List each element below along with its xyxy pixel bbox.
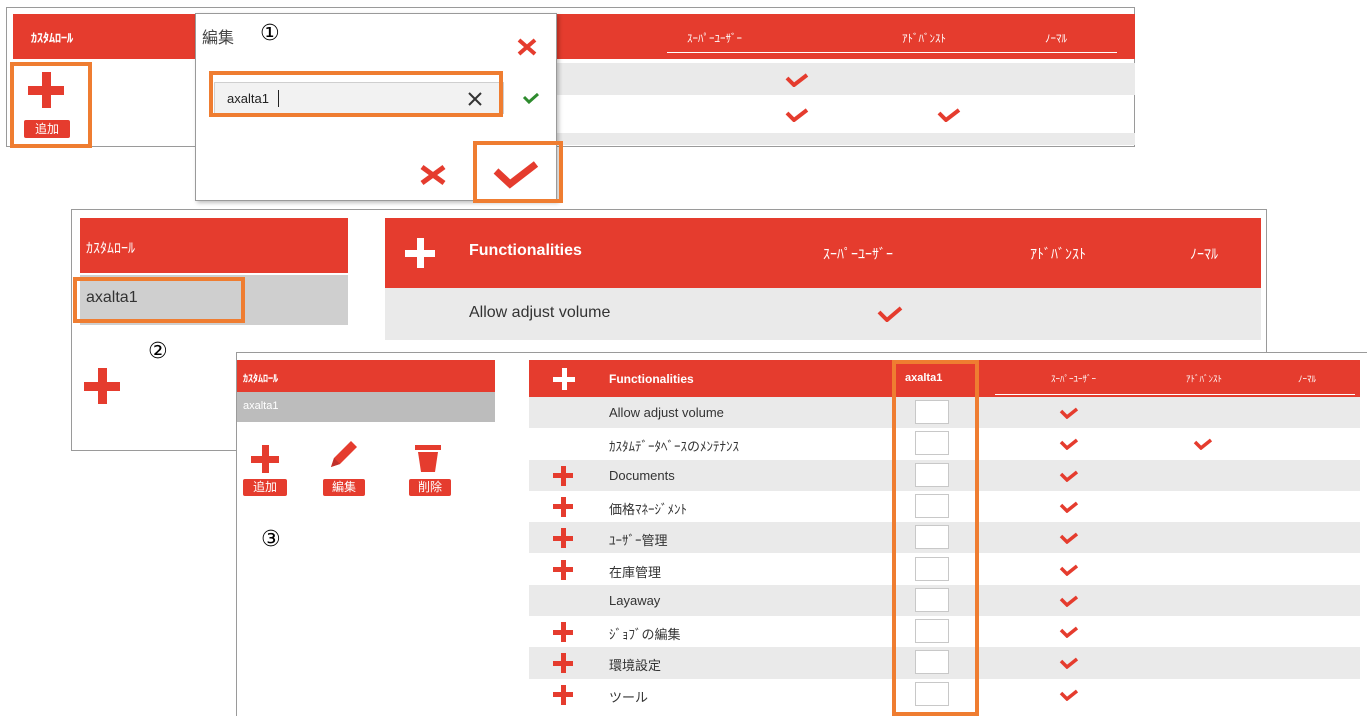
sidebar-header: ｶｽﾀﾑﾛｰﾙ bbox=[237, 360, 495, 392]
functionalities-header: Functionalities bbox=[469, 242, 582, 259]
expand-row-icon[interactable] bbox=[553, 653, 573, 674]
check-icon bbox=[1059, 595, 1079, 607]
panel-step1: ｶｽﾀﾑﾛｰﾙ ｽｰﾊﾟｰﾕｰｻﾞｰ ｱﾄﾞﾊﾞﾝｽﾄ ﾉｰﾏﾙ bbox=[6, 7, 1135, 147]
cancel-icon[interactable] bbox=[418, 164, 448, 186]
column-header-normal: ﾉｰﾏﾙ bbox=[1190, 246, 1218, 262]
check-icon bbox=[1059, 470, 1079, 482]
table-row bbox=[557, 98, 1135, 130]
sidebar-title: ｶｽﾀﾑﾛｰﾙ bbox=[31, 31, 74, 45]
expand-row-icon[interactable] bbox=[553, 496, 573, 517]
row-label: 在庫管理 bbox=[609, 564, 662, 580]
row-label: 価格ﾏﾈｰｼﾞﾒﾝﾄ bbox=[609, 501, 688, 517]
sidebar-header: ｶｽﾀﾑﾛｰﾙ bbox=[80, 218, 348, 273]
row-label: 環境設定 bbox=[609, 658, 662, 674]
row-label: ﾕｰｻﾞｰ管理 bbox=[609, 533, 668, 549]
dialog-title: 編集 bbox=[202, 30, 235, 47]
expand-all-icon[interactable] bbox=[553, 368, 575, 390]
functionalities-header: Functionalities bbox=[609, 372, 694, 386]
column-header-super: ｽｰﾊﾟｰﾕｰｻﾞｰ bbox=[823, 246, 893, 262]
expand-row-icon[interactable] bbox=[553, 465, 573, 486]
role-item-label: axalta1 bbox=[243, 400, 279, 412]
row-label: Layaway bbox=[609, 592, 661, 608]
row-label: Allow adjust volume bbox=[609, 405, 724, 420]
row-label: ｼﾞｮﾌﾞの編集 bbox=[609, 627, 681, 643]
sidebar-title: ｶｽﾀﾑﾛｰﾙ bbox=[86, 240, 135, 256]
highlight-add bbox=[10, 62, 92, 148]
delete-button-label: 削除 bbox=[409, 479, 451, 496]
column-header-super: ｽｰﾊﾟｰﾕｰｻﾞｰ bbox=[1051, 374, 1097, 384]
check-icon bbox=[1059, 626, 1079, 639]
step-marker-1: ① bbox=[260, 21, 280, 46]
expand-row-icon[interactable] bbox=[553, 559, 573, 580]
trash-icon bbox=[415, 445, 441, 472]
add-plus-icon[interactable] bbox=[84, 368, 120, 404]
expand-all-icon[interactable] bbox=[405, 238, 435, 268]
expand-row-icon[interactable] bbox=[553, 684, 573, 705]
table-header: Functionalities ｽｰﾊﾟｰﾕｰｻﾞｰ ｱﾄﾞﾊﾞﾝｽﾄ ﾉｰﾏﾙ bbox=[385, 218, 1261, 288]
edit-button[interactable]: 編集 bbox=[319, 433, 369, 501]
add-button-label: 追加 bbox=[243, 479, 287, 496]
check-icon bbox=[1059, 407, 1079, 419]
confirm-small-check-icon[interactable] bbox=[522, 92, 540, 104]
plus-icon bbox=[251, 445, 279, 473]
row-label: Documents bbox=[609, 467, 675, 483]
column-header-advanced: ｱﾄﾞﾊﾞﾝｽﾄ bbox=[1186, 374, 1223, 384]
check-icon bbox=[1059, 532, 1079, 545]
column-header-advanced: ｱﾄﾞﾊﾞﾝｽﾄ bbox=[902, 33, 946, 45]
table-row: Allow adjust volume bbox=[385, 288, 1261, 340]
role-item-axalta1[interactable]: axalta1 bbox=[237, 392, 495, 422]
check-icon bbox=[1059, 658, 1079, 670]
column-header-advanced: ｱﾄﾞﾊﾞﾝｽﾄ bbox=[1030, 246, 1086, 262]
table-row bbox=[557, 63, 1135, 95]
check-icon bbox=[937, 108, 961, 122]
check-icon bbox=[785, 108, 809, 122]
check-icon bbox=[785, 73, 809, 87]
step-marker-3: ③ bbox=[261, 527, 281, 552]
sidebar-title: ｶｽﾀﾑﾛｰﾙ bbox=[243, 374, 278, 385]
expand-row-icon[interactable] bbox=[553, 528, 573, 549]
check-icon bbox=[1059, 501, 1079, 513]
column-header-super: ｽｰﾊﾟｰﾕｰｻﾞｰ bbox=[687, 33, 742, 45]
edit-button-label: 編集 bbox=[323, 479, 365, 496]
pencil-icon bbox=[331, 441, 357, 467]
check-icon bbox=[1059, 689, 1079, 701]
highlight-confirm bbox=[473, 141, 563, 203]
highlight-role-item bbox=[73, 277, 245, 323]
column-header-normal: ﾉｰﾏﾙ bbox=[1298, 374, 1317, 384]
close-icon[interactable] bbox=[516, 38, 538, 56]
expand-row-icon[interactable] bbox=[553, 622, 573, 643]
check-icon bbox=[1193, 438, 1213, 451]
step-marker-2: ② bbox=[148, 339, 168, 364]
delete-button[interactable]: 削除 bbox=[405, 437, 455, 501]
panel-step3: ｶｽﾀﾑﾛｰﾙ axalta1 追加 編集 削除 ③ Functionaliti… bbox=[236, 352, 1367, 716]
check-icon bbox=[877, 306, 903, 322]
column-header-normal: ﾉｰﾏﾙ bbox=[1045, 33, 1067, 45]
add-button[interactable]: 追加 bbox=[243, 441, 293, 501]
row-label: ツール bbox=[609, 689, 649, 705]
check-icon bbox=[1059, 438, 1079, 451]
table-row bbox=[557, 133, 1135, 145]
row-label: Allow adjust volume bbox=[469, 304, 611, 321]
highlight-input bbox=[209, 71, 503, 117]
table-header: ｽｰﾊﾟｰﾕｰｻﾞｰ ｱﾄﾞﾊﾞﾝｽﾄ ﾉｰﾏﾙ bbox=[557, 14, 1135, 59]
highlight-axalta1-column bbox=[892, 360, 979, 716]
check-icon bbox=[1059, 564, 1079, 576]
row-label: ｶｽﾀﾑﾃﾞｰﾀﾍﾞｰｽのﾒﾝﾃﾅﾝｽ bbox=[609, 439, 740, 455]
